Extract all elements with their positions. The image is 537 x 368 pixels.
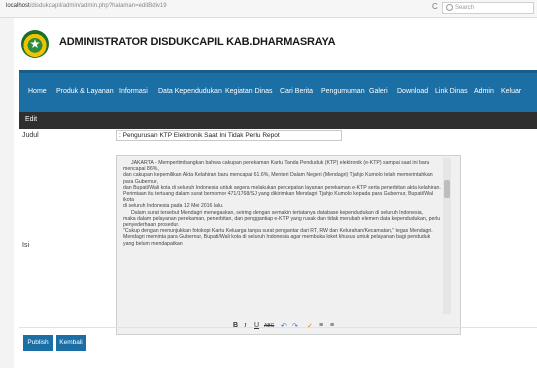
- nav-produk[interactable]: Produk & Layanan: [56, 88, 114, 95]
- kembali-button[interactable]: Kembali: [56, 335, 86, 351]
- editor-text-area[interactable]: JAKARTA - Mempertimbangkan bahwa cakupan…: [123, 160, 441, 315]
- site-title: ADMINISTRATOR DISDUKCAPIL KAB.DHARMASRAY…: [59, 36, 336, 48]
- editor-paragraph: maka dalam pelayanan perekaman, penerbit…: [123, 215, 441, 229]
- nav-admin[interactable]: Admin: [474, 88, 494, 95]
- url-text[interactable]: localhost/disdukcapil/admin/admin.php?ha…: [6, 3, 167, 9]
- undo-button[interactable]: ↶: [281, 322, 287, 330]
- reload-icon[interactable]: C: [432, 2, 438, 11]
- nav-informasi[interactable]: Informasi: [119, 88, 148, 95]
- browser-url-bar[interactable]: localhost/disdukcapil/admin/admin.php?ha…: [0, 0, 537, 18]
- search-icon: [446, 3, 453, 11]
- publish-button[interactable]: Publish: [23, 335, 53, 351]
- editor-paragraph: dan cakupan kepemilikan Akta Kelahiran b…: [123, 172, 433, 185]
- judul-label: Judul: [22, 132, 39, 139]
- scroll-thumb[interactable]: [444, 180, 450, 198]
- section-header: Edit: [19, 112, 537, 129]
- site-logo: [21, 30, 49, 58]
- nav-galeri[interactable]: Galeri: [369, 88, 388, 95]
- browser-search-input[interactable]: Search: [442, 2, 534, 14]
- section-title: Edit: [25, 116, 38, 123]
- nav-keluar[interactable]: Keluar: [501, 88, 521, 95]
- strikethrough-button[interactable]: ABC: [264, 323, 274, 329]
- isi-label: Isi: [22, 242, 29, 249]
- editor-paragraph: Perimtaan itu tertuang dalam surat berno…: [123, 191, 433, 204]
- editor-paragraph: Dalam surat tersebut Mendagri menegaskan…: [131, 209, 424, 216]
- spellcheck-button[interactable]: ✓: [307, 322, 313, 330]
- redo-button[interactable]: ↷: [292, 322, 298, 330]
- nav-link-dinas[interactable]: Link Dinas: [435, 88, 468, 95]
- nav-cari-berita[interactable]: Cari Berita: [280, 88, 313, 95]
- nav-data[interactable]: Data Kependudukan: [158, 88, 222, 95]
- nav-kegiatan[interactable]: Kegiatan Dinas: [225, 88, 272, 95]
- divider: [19, 327, 537, 328]
- judul-input[interactable]: : Pengurusan KTP Elektronik Saat Ini Tid…: [116, 130, 342, 141]
- editor-paragraph: Mendagri meminta para Gubernur, Bupati/W…: [123, 234, 431, 247]
- nav-home[interactable]: Home: [28, 88, 47, 95]
- main-nav: Home Produk & Layanan Informasi Data Kep…: [19, 70, 537, 113]
- editor-paragraph: JAKARTA - Mempertimbangkan bahwa cakupan…: [123, 160, 430, 173]
- nav-download[interactable]: Download: [397, 88, 428, 95]
- italic-button[interactable]: I: [244, 322, 246, 330]
- editor-scrollbar[interactable]: [443, 158, 451, 314]
- nav-pengumuman[interactable]: Pengumuman: [321, 88, 365, 95]
- content-editor[interactable]: JAKARTA - Mempertimbangkan bahwa cakupan…: [116, 155, 461, 335]
